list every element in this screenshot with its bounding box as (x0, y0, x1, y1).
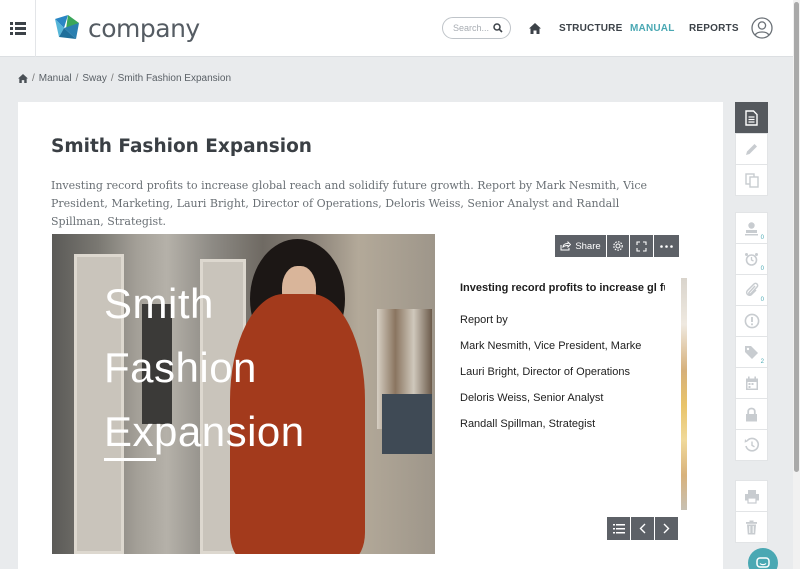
breadcrumb-manual[interactable]: Manual (39, 73, 72, 84)
search-box[interactable] (442, 17, 511, 39)
tools-group-meta: 0 0 0 2 (735, 212, 768, 461)
hero-title-line: Expansion (104, 408, 305, 455)
next-slide-preview (681, 278, 687, 510)
search-icon[interactable] (493, 23, 503, 33)
history-button[interactable] (735, 429, 768, 461)
responsibilities-button[interactable]: 0 (735, 212, 768, 244)
share-label: Share (575, 240, 601, 252)
reminders-count: 0 (760, 266, 764, 272)
share-button[interactable]: Share (555, 235, 606, 257)
tags-count: 2 (760, 359, 764, 365)
page-description: Investing record profits to increase glo… (51, 179, 648, 228)
logo-mark-icon (55, 15, 79, 39)
permissions-button[interactable] (735, 398, 768, 430)
previous-slide-button[interactable] (631, 517, 654, 540)
nav-reports[interactable]: REPORTS (689, 0, 739, 57)
sway-heading: Investing record profits to increase gl … (460, 282, 665, 294)
tools-group-document (735, 102, 768, 196)
trash-icon (746, 520, 757, 534)
tag-icon (745, 345, 758, 359)
chat-support-button[interactable] (748, 548, 778, 569)
info-button[interactable] (735, 305, 768, 337)
more-dots-icon (660, 244, 673, 248)
breadcrumb-current: Smith Fashion Expansion (117, 73, 232, 84)
reminders-button[interactable]: 0 (735, 243, 768, 275)
breadcrumb-sway[interactable]: Sway (82, 73, 106, 84)
responsibilities-count: 0 (760, 235, 764, 241)
company-logo[interactable]: company (52, 13, 200, 43)
chevron-left-icon (639, 523, 646, 534)
copy-icon (744, 172, 759, 188)
alarm-icon (745, 252, 758, 266)
sway-line: Lauri Bright, Director of Operations (460, 366, 630, 378)
hero-title-line: Fashion (104, 344, 257, 391)
breadcrumb-separator: / (32, 73, 35, 84)
home-icon[interactable] (18, 74, 28, 83)
fullscreen-button[interactable] (630, 235, 653, 257)
sway-line: Mark Nesmith, Vice President, Marke (460, 340, 642, 352)
top-bar: company STRUCTURE MANUAL REPORTS (0, 0, 793, 57)
history-icon (744, 437, 759, 452)
share-icon (560, 241, 572, 251)
pencil-icon (746, 143, 757, 155)
document-view-button[interactable] (735, 102, 768, 134)
nav-manual[interactable]: MANUAL (630, 0, 675, 57)
breadcrumb: / Manual / Sway / Smith Fashion Expansio… (18, 73, 231, 84)
attachments-count: 0 (760, 297, 764, 303)
print-icon (744, 489, 759, 504)
delete-button[interactable] (735, 511, 768, 543)
attachments-button[interactable]: 0 (735, 274, 768, 306)
sway-navigation (607, 517, 678, 540)
user-stamp-icon (745, 221, 758, 235)
sway-text-panel: Investing record profits to increase gl … (460, 280, 685, 437)
chevron-right-icon (663, 523, 670, 534)
breadcrumb-separator: / (110, 73, 114, 84)
expand-icon (636, 240, 647, 252)
nav-home[interactable] (529, 0, 541, 57)
hero-underline (104, 458, 156, 461)
search-input[interactable] (453, 23, 493, 33)
sway-line: Deloris Weiss, Senior Analyst (460, 392, 604, 404)
hero-title-line: Smith (104, 280, 214, 327)
sway-hero-title: Smith Fashion Expansion (104, 272, 305, 464)
edit-button[interactable] (735, 133, 768, 165)
scrollbar-thumb[interactable] (794, 2, 799, 472)
user-profile-icon[interactable] (751, 17, 773, 39)
menu-icon[interactable] (0, 0, 36, 57)
home-icon (529, 23, 541, 34)
settings-gear-icon (613, 241, 623, 251)
sway-toolbar: Share (555, 235, 679, 257)
tags-button[interactable]: 2 (735, 336, 768, 368)
jacket-shape (382, 394, 432, 454)
sway-hero-image: Smith Fashion Expansion (52, 234, 435, 554)
navigation-list-button[interactable] (607, 517, 630, 540)
sway-line: Report by (460, 314, 508, 326)
breadcrumb-separator: / (75, 73, 79, 84)
document-icon (745, 110, 758, 126)
more-options-button[interactable] (654, 235, 679, 257)
calendar-icon (745, 376, 758, 390)
info-icon (744, 313, 759, 329)
tools-group-actions (735, 480, 768, 543)
page-title: Smith Fashion Expansion (51, 136, 312, 157)
calendar-button[interactable] (735, 367, 768, 399)
list-icon (612, 523, 625, 533)
paperclip-icon (745, 282, 758, 297)
sway-line: Randall Spillman, Strategist (460, 418, 596, 430)
copy-button[interactable] (735, 164, 768, 196)
chat-icon (756, 556, 770, 568)
nav-structure[interactable]: STRUCTURE (559, 0, 622, 57)
page-scrollbar[interactable] (793, 0, 800, 569)
lock-icon (746, 407, 757, 421)
next-slide-button[interactable] (655, 517, 678, 540)
content-card: Smith Fashion Expansion Investing record… (18, 102, 723, 569)
accessibility-button[interactable] (607, 235, 629, 257)
print-button[interactable] (735, 480, 768, 512)
logo-text: company (88, 13, 200, 43)
